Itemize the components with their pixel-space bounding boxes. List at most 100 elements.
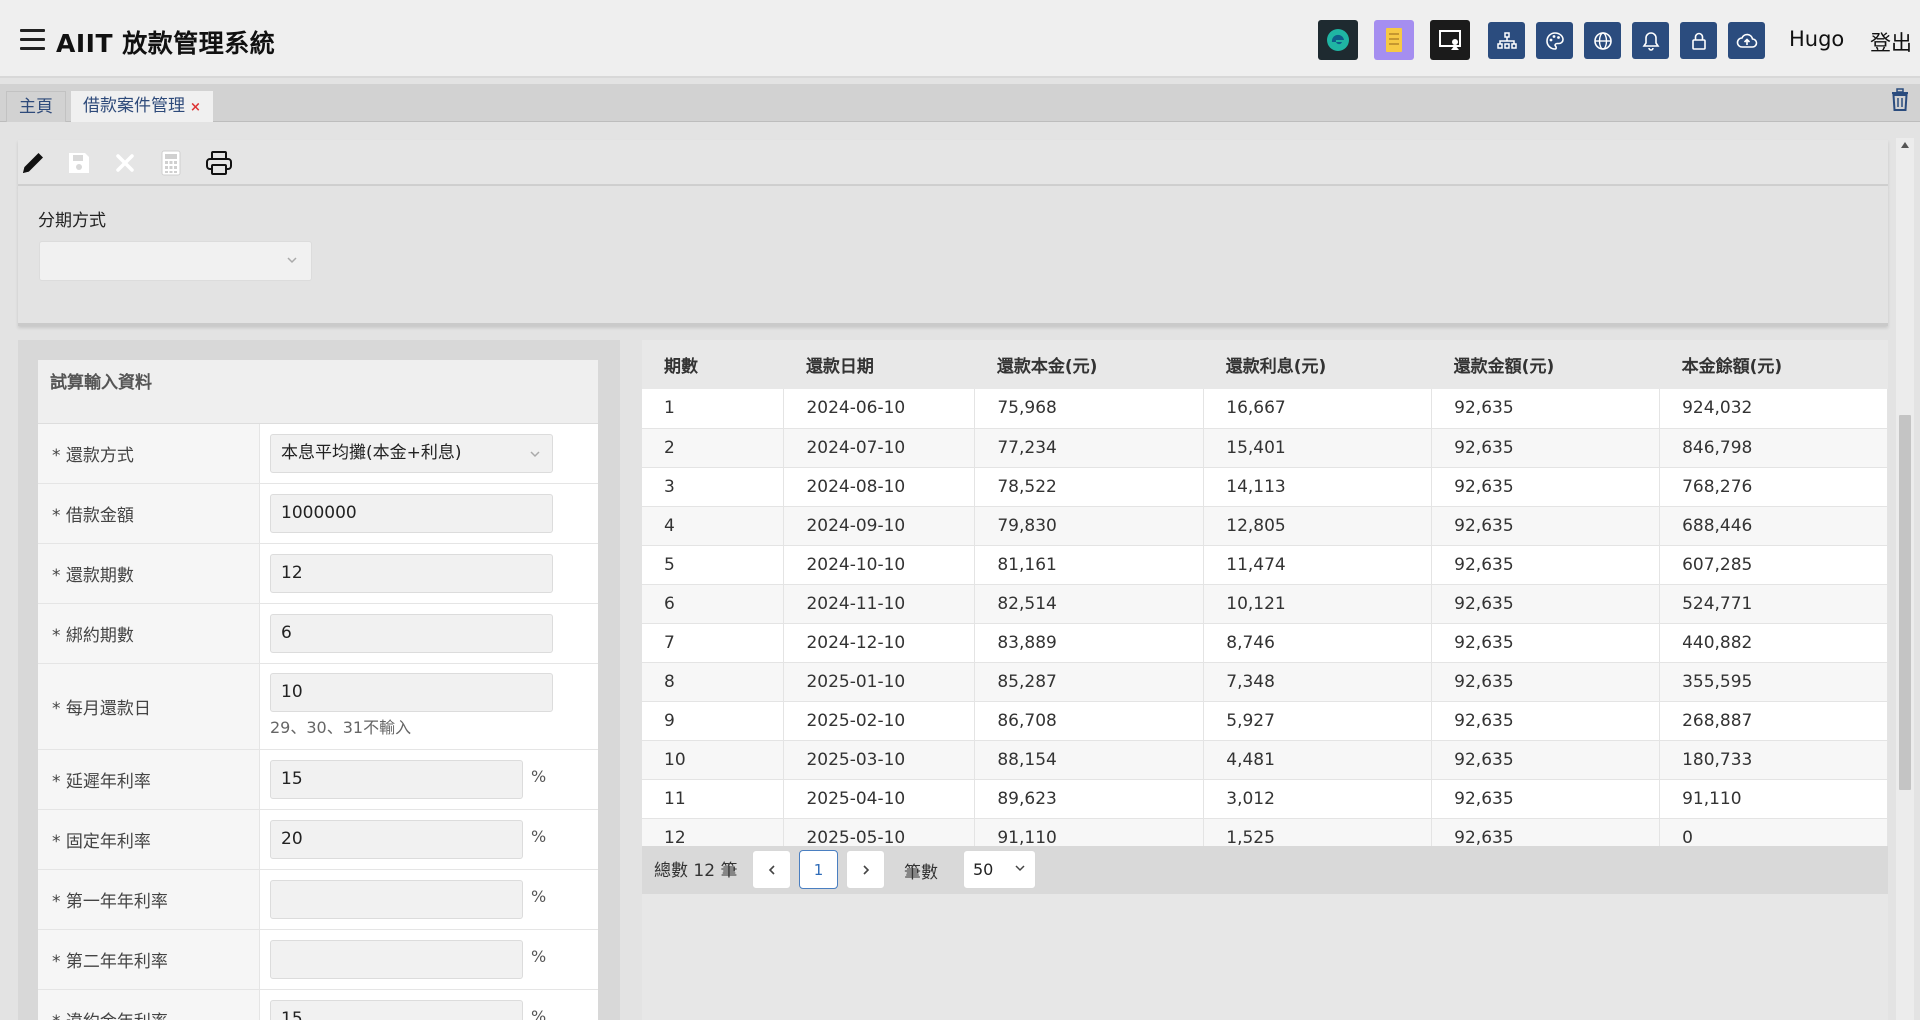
field-row-year1-rate: * 第一年年利率 % xyxy=(38,870,598,930)
lock-periods-input[interactable]: 6 xyxy=(270,614,553,653)
close-icon[interactable]: × xyxy=(190,100,201,115)
field-row-repay-method: * 還款方式 本息平均攤(本金+利息) xyxy=(38,424,598,484)
user-name[interactable]: Hugo xyxy=(1789,27,1844,51)
logout-link[interactable]: 登出 xyxy=(1870,27,1912,57)
save-icon[interactable] xyxy=(64,148,94,178)
table-row: 3 2024-08-10 78,522 14,113 92,635 768,276 xyxy=(642,467,1888,507)
table-cell: 7,348 xyxy=(1203,662,1433,702)
chevron-down-icon xyxy=(530,451,540,458)
table-row: 2 2024-07-10 77,234 15,401 92,635 846,798 xyxy=(642,428,1888,468)
table-cell: 2025-01-10 xyxy=(783,662,976,702)
bell-icon[interactable] xyxy=(1632,22,1669,59)
pencil-icon[interactable] xyxy=(18,148,48,178)
table-cell: 2024-08-10 xyxy=(783,467,976,507)
input-card-container: 試算輸入資料 * 還款方式 本息平均攤(本金+利息) * 借款金額 100000… xyxy=(18,340,620,1020)
table-cell: 12,805 xyxy=(1203,506,1433,546)
loan-amount-label: * 借款金額 xyxy=(38,484,260,543)
col-balance[interactable]: 本金餘額(元) xyxy=(1659,340,1888,389)
col-principal[interactable]: 還款本金(元) xyxy=(974,340,1204,389)
page-size-label: 筆數 xyxy=(904,863,938,883)
table-cell: 2024-09-10 xyxy=(783,506,976,546)
tab-home[interactable]: 主頁 xyxy=(6,91,66,122)
table-cell: 3,012 xyxy=(1203,779,1433,819)
notes-app-icon[interactable] xyxy=(1374,20,1414,60)
chevron-right-icon xyxy=(862,864,869,875)
table-cell: 2024-11-10 xyxy=(783,584,976,624)
late-rate-input[interactable]: 15 xyxy=(270,760,523,799)
page-size-select[interactable]: 50 xyxy=(963,850,1036,889)
table-cell: 688,446 xyxy=(1659,506,1888,546)
year1-rate-input[interactable] xyxy=(270,880,523,919)
repay-periods-input[interactable]: 12 xyxy=(270,554,553,593)
table-header-row: 期數 還款日期 還款本金(元) 還款利息(元) 還款金額(元) 本金餘額(元) xyxy=(642,340,1888,389)
monthly-day-label: * 每月還款日 xyxy=(38,664,260,749)
repay-method-select[interactable]: 本息平均攤(本金+利息) xyxy=(270,434,553,473)
table-cell: 846,798 xyxy=(1659,428,1888,468)
year2-rate-label: * 第二年年利率 xyxy=(38,930,260,989)
tab-loan-case-label: 借款案件管理 xyxy=(83,96,185,116)
tab-home-label: 主頁 xyxy=(19,97,53,117)
next-page-button[interactable] xyxy=(846,850,885,889)
table-cell: 10,121 xyxy=(1203,584,1433,624)
percent-unit: % xyxy=(531,947,547,966)
calculator-icon[interactable] xyxy=(156,148,186,178)
late-rate-label: * 延遲年利率 xyxy=(38,750,260,809)
trash-icon[interactable] xyxy=(1890,88,1912,114)
table-row: 10 2025-03-10 88,154 4,481 92,635 180,733 xyxy=(642,740,1888,780)
table-cell: 15,401 xyxy=(1203,428,1433,468)
schedule-container: 期數 還款日期 還款本金(元) 還款利息(元) 還款金額(元) 本金餘額(元) … xyxy=(642,340,1888,1020)
year2-rate-input[interactable] xyxy=(270,940,523,979)
printer-icon[interactable] xyxy=(204,148,234,178)
presentation-app-icon[interactable] xyxy=(1430,20,1470,60)
table-cell: 5,927 xyxy=(1203,701,1433,741)
col-date[interactable]: 還款日期 xyxy=(783,340,975,389)
lock-icon[interactable] xyxy=(1680,22,1717,59)
table-cell: 4,481 xyxy=(1203,740,1433,780)
monthly-day-input[interactable]: 10 xyxy=(270,673,553,712)
globe-icon[interactable] xyxy=(1584,22,1621,59)
fixed-rate-input[interactable]: 20 xyxy=(270,820,523,859)
table-cell: 924,032 xyxy=(1659,389,1888,429)
table-cell: 2025-03-10 xyxy=(783,740,976,780)
vertical-scrollbar[interactable] xyxy=(1896,138,1914,1020)
close-icon[interactable] xyxy=(110,148,140,178)
prev-page-button[interactable] xyxy=(752,850,791,889)
table-cell: 11,474 xyxy=(1203,545,1433,585)
table-cell: 14,113 xyxy=(1203,467,1433,507)
table-cell: 180,733 xyxy=(1659,740,1888,780)
table-row: 11 2025-04-10 89,623 3,012 92,635 91,110 xyxy=(642,779,1888,819)
table-cell: 11 xyxy=(642,779,785,819)
table-cell: 81,161 xyxy=(974,545,1205,585)
cloud-upload-icon[interactable] xyxy=(1728,22,1765,59)
table-cell: 607,285 xyxy=(1659,545,1888,585)
col-interest[interactable]: 還款利息(元) xyxy=(1203,340,1432,389)
table-row: 9 2025-02-10 86,708 5,927 92,635 268,887 xyxy=(642,701,1888,741)
table-cell: 2 xyxy=(642,428,785,468)
palette-icon[interactable] xyxy=(1536,22,1573,59)
table-cell: 92,635 xyxy=(1431,701,1661,741)
col-amount[interactable]: 還款金額(元) xyxy=(1431,340,1660,389)
field-row-fixed-rate: * 固定年利率 20 % xyxy=(38,810,598,870)
menu-icon[interactable] xyxy=(20,29,45,51)
installment-label: 分期方式 xyxy=(38,211,106,231)
table-cell: 92,635 xyxy=(1431,662,1661,702)
breach-rate-input[interactable]: 15 xyxy=(270,1000,523,1020)
installment-section: 分期方式 xyxy=(18,186,1888,326)
table-cell: 2024-06-10 xyxy=(783,389,976,429)
tab-loan-case-management[interactable]: 借款案件管理 × xyxy=(71,91,213,122)
top-header: AIIT 放款管理系統 Hugo 登出 xyxy=(0,0,1920,78)
col-period[interactable]: 期數 xyxy=(642,340,784,389)
edge-browser-icon[interactable] xyxy=(1318,20,1358,60)
chevron-down-icon xyxy=(1015,865,1025,872)
scroll-up-arrow-icon[interactable] xyxy=(1901,142,1909,148)
installment-select[interactable] xyxy=(39,241,312,281)
table-cell: 9 xyxy=(642,701,785,741)
scrollbar-thumb[interactable] xyxy=(1899,415,1911,790)
table-cell: 85,287 xyxy=(974,662,1205,702)
sitemap-icon[interactable] xyxy=(1488,22,1525,59)
table-row: 5 2024-10-10 81,161 11,474 92,635 607,285 xyxy=(642,545,1888,585)
field-row-lock-periods: * 綁約期數 6 xyxy=(38,604,598,664)
page-number-button[interactable]: 1 xyxy=(799,850,838,889)
table-cell: 10 xyxy=(642,740,785,780)
loan-amount-input[interactable]: 1000000 xyxy=(270,494,553,533)
